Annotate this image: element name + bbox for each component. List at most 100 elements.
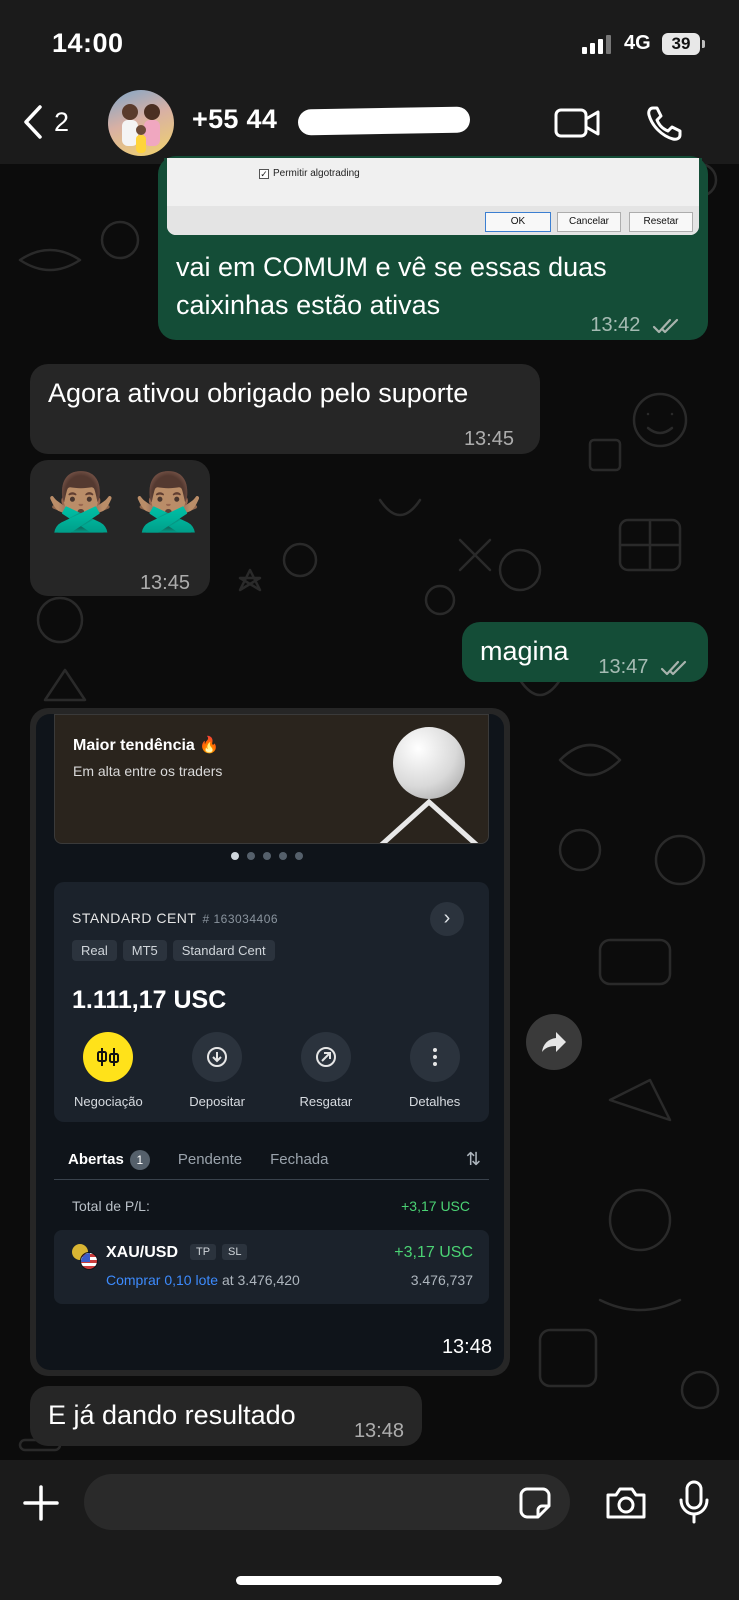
- account-tag: MT5: [122, 940, 167, 961]
- action-withdraw: Resgatar: [272, 1032, 381, 1109]
- message-outgoing[interactable]: magina 13:47: [462, 622, 708, 682]
- account-tags: Real MT5 Standard Cent: [72, 940, 275, 961]
- emoji-content: 🙅🏽‍♂️ 🙅🏽‍♂️: [46, 470, 203, 534]
- checkbox-label: Permitir algotrading: [273, 168, 360, 179]
- screenshot-settings-dialog[interactable]: ✓ Permitir algotrading OK Cancelar Reset…: [164, 158, 702, 238]
- action-deposit: Depositar: [163, 1032, 272, 1109]
- read-ticks-icon: [660, 660, 687, 675]
- message-text-line: vai em COMUM e vê se essas duas: [176, 252, 607, 282]
- contact-avatar[interactable]: [108, 90, 174, 156]
- account-name-text: STANDARD CENT: [72, 910, 197, 926]
- banner-title: Maior tendência 🔥: [73, 737, 220, 754]
- camera-button[interactable]: [604, 1486, 648, 1525]
- current-price: 3.476,737: [410, 1272, 473, 1288]
- contact-name[interactable]: +55 44: [192, 104, 277, 135]
- dialog-reset-button: Resetar: [629, 212, 693, 232]
- phone-icon: [647, 106, 682, 141]
- message-timestamp: 13:42: [590, 306, 682, 344]
- position-row: XAU/USD TP SL +3,17 USC Comprar 0,10 lot…: [54, 1230, 489, 1304]
- timestamp-text: 13:47: [598, 656, 649, 678]
- position-order: Comprar 0,10 lote at 3.476,420: [106, 1272, 300, 1288]
- carousel-dots: [231, 852, 303, 860]
- forward-button[interactable]: [526, 1014, 582, 1070]
- banner-subtitle: Em alta entre os traders: [73, 763, 223, 779]
- dialog-ok-button: OK: [485, 212, 551, 232]
- pl-label: Total de P/L:: [72, 1198, 150, 1214]
- message-incoming[interactable]: Agora ativou obrigado pelo suporte 13:45: [30, 364, 540, 454]
- action-label: Resgatar: [299, 1094, 353, 1109]
- attach-button[interactable]: [22, 1484, 60, 1527]
- positions-tabs: Abertas 1 Pendente Fechada ⇅: [54, 1140, 489, 1180]
- checkbox-checked-icon: ✓: [259, 168, 269, 179]
- dialog-button-bar: OK Cancelar Resetar: [167, 206, 699, 235]
- position-symbol: XAU/USD: [106, 1244, 179, 1261]
- network-type: 4G: [624, 32, 651, 54]
- microphone-icon: [679, 1480, 709, 1524]
- message-timestamp: 13:47: [598, 648, 690, 686]
- message-text: magina: [480, 636, 569, 666]
- timestamp-text: 13:42: [590, 314, 641, 336]
- account-tag: Real: [72, 940, 117, 961]
- message-text: Agora ativou obrigado pelo suporte: [48, 378, 469, 408]
- chevron-right-icon: ›: [430, 902, 464, 936]
- withdraw-icon: [300, 1032, 351, 1082]
- more-vertical-icon: [409, 1032, 460, 1082]
- order-side: Comprar 0,10 lote: [106, 1272, 219, 1288]
- action-label: Detalhes: [408, 1094, 461, 1109]
- account-balance: 1.111,17 USC: [72, 986, 227, 1014]
- video-call-icon: [554, 108, 600, 138]
- message-input[interactable]: [84, 1474, 570, 1530]
- tab-count-badge: 1: [129, 1149, 150, 1170]
- gesture-no-emoji: 🙅🏽‍♂️: [133, 470, 204, 533]
- forward-icon: [542, 1032, 566, 1052]
- back-button[interactable]: 2: [22, 104, 69, 140]
- sticker-button[interactable]: [518, 1486, 552, 1525]
- action-trade: Negociação: [54, 1032, 163, 1109]
- account-tag: Standard Cent: [172, 940, 275, 961]
- status-bar: 14:00 4G 39: [0, 0, 739, 90]
- chat-header: 2 +55 44: [0, 90, 739, 164]
- message-timestamp: 13:45: [139, 572, 190, 594]
- algotrading-checkbox-row: ✓ Permitir algotrading: [259, 168, 360, 179]
- voice-note-button[interactable]: [678, 1480, 710, 1529]
- dialog-cancel-button: Cancelar: [557, 212, 621, 232]
- tab-open: Abertas 1: [68, 1149, 150, 1170]
- message-timestamp: 13:48: [353, 1420, 404, 1442]
- status-time: 14:00: [52, 28, 124, 58]
- battery-indicator: 39: [662, 33, 700, 55]
- promo-banner: Maior tendência 🔥 Em alta entre os trade…: [54, 714, 489, 844]
- tp-tag: TP: [190, 1244, 217, 1260]
- gesture-no-emoji: 🙅🏽‍♂️: [46, 470, 116, 533]
- pl-value: +3,17 USC: [401, 1198, 470, 1214]
- account-card: STANDARD CENT # 163034406 › Real MT5 Stan…: [54, 882, 489, 1122]
- deposit-icon: [192, 1032, 243, 1082]
- banner-stand-graphic: [379, 798, 479, 843]
- voice-call-button[interactable]: [644, 104, 684, 149]
- action-label: Negociação: [74, 1094, 143, 1109]
- tab-label: Abertas: [68, 1151, 124, 1168]
- action-label: Depositar: [189, 1094, 245, 1109]
- message-text: E já dando resultado: [48, 1400, 296, 1430]
- sl-tag: SL: [222, 1244, 248, 1260]
- camera-icon: [606, 1487, 646, 1519]
- trading-app-screenshot: Maior tendência 🔥 Em alta entre os trade…: [36, 714, 504, 1370]
- signal-strength-icon: [582, 35, 611, 54]
- battery-tip: [702, 40, 705, 48]
- tab-closed: Fechada: [270, 1151, 329, 1168]
- avatar-photo: [122, 104, 160, 153]
- account-name: STANDARD CENT # 163034406: [72, 910, 278, 926]
- order-price: at 3.476,420: [221, 1272, 300, 1288]
- message-timestamp: 13:48: [441, 1336, 492, 1358]
- message-incoming-image[interactable]: Maior tendência 🔥 Em alta entre os trade…: [30, 708, 510, 1376]
- sort-icon: ⇅: [465, 1149, 481, 1169]
- currency-flags-icon: [72, 1244, 98, 1270]
- action-details: Detalhes: [380, 1032, 489, 1109]
- message-incoming[interactable]: E já dando resultado 13:48: [30, 1386, 422, 1446]
- video-call-button[interactable]: [554, 106, 602, 145]
- chevron-left-icon: [24, 105, 42, 139]
- redacted-number-mark: [297, 106, 471, 136]
- account-number: # 163034406: [202, 912, 279, 926]
- account-actions: Negociação Depositar Resgatar Detalhes: [54, 1032, 489, 1109]
- banner-ball-graphic: [393, 727, 465, 799]
- composer-bar: [0, 1460, 739, 1600]
